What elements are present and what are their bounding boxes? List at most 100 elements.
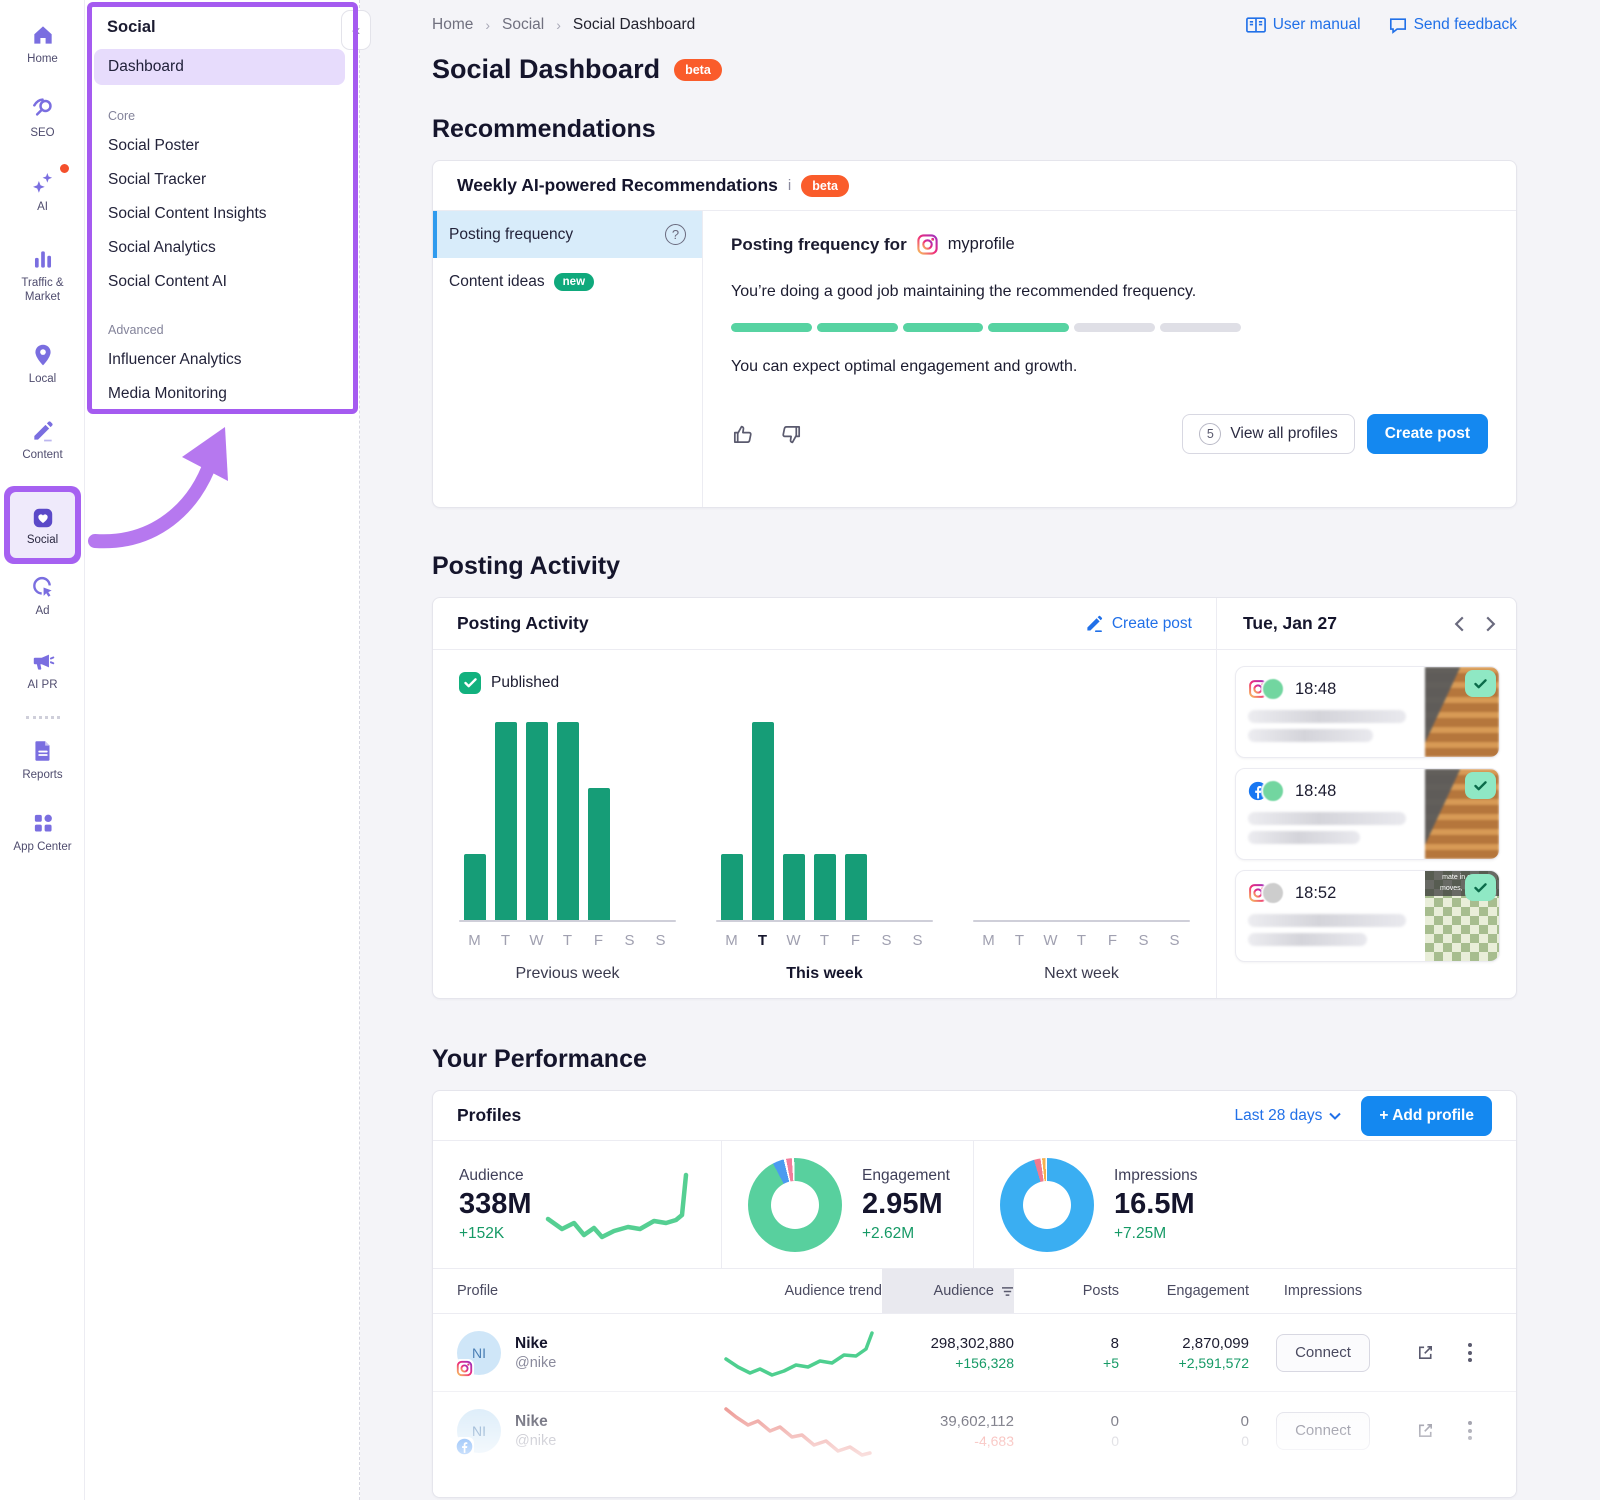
book-icon bbox=[1246, 17, 1266, 34]
chevron-down-icon bbox=[1329, 1112, 1341, 1120]
bar bbox=[845, 854, 867, 920]
post-thumbnail: mate in exac moves, but ho bbox=[1425, 871, 1499, 961]
breadcrumb-separator: › bbox=[485, 17, 490, 33]
published-checkbox[interactable]: Published bbox=[459, 672, 1190, 694]
create-post-link[interactable]: Create post bbox=[1085, 614, 1192, 633]
send-feedback-link[interactable]: Send feedback bbox=[1389, 16, 1517, 34]
pencil-icon bbox=[1085, 614, 1104, 633]
sidebar-item-seo[interactable]: SEO bbox=[0, 96, 85, 140]
sidebar-item-content[interactable]: Content bbox=[0, 418, 85, 462]
posts-value: 8 bbox=[1014, 1335, 1119, 1352]
menu-section-core: Core bbox=[108, 109, 359, 123]
bar bbox=[495, 722, 517, 920]
sort-icon bbox=[1001, 1286, 1014, 1297]
create-post-button[interactable]: Create post bbox=[1367, 414, 1488, 454]
view-all-profiles-button[interactable]: 5 View all profiles bbox=[1182, 414, 1354, 454]
breadcrumb-social[interactable]: Social bbox=[502, 16, 544, 34]
info-icon[interactable]: i bbox=[788, 177, 791, 194]
impressions-donut bbox=[1000, 1158, 1094, 1252]
recommendation-outcome: You can expect optimal engagement and gr… bbox=[731, 358, 1488, 376]
engagement-delta: +2,591,572 bbox=[1119, 1355, 1249, 1371]
tab-posting-frequency[interactable]: Posting frequency ? bbox=[433, 211, 702, 258]
kebab-menu-icon[interactable] bbox=[1468, 1421, 1472, 1440]
breadcrumb-home[interactable]: Home bbox=[432, 16, 473, 34]
chevron-right-icon[interactable] bbox=[1485, 615, 1496, 633]
menu-item-social-content-ai[interactable]: Social Content AI bbox=[85, 265, 359, 299]
blurred-text bbox=[1248, 933, 1367, 946]
blurred-text bbox=[1248, 812, 1406, 825]
audience-value: 298,302,880 bbox=[882, 1335, 1014, 1352]
post-thumbnail bbox=[1425, 667, 1499, 757]
instagram-icon bbox=[454, 1359, 474, 1379]
posts-value: 0 bbox=[1014, 1413, 1119, 1430]
post-time: 18:48 bbox=[1295, 680, 1336, 699]
scheduled-post-instagram-1848[interactable]: 18:48 bbox=[1235, 666, 1500, 758]
column-audience-sorted[interactable]: Audience bbox=[882, 1269, 1014, 1313]
menu-item-social-poster[interactable]: Social Poster bbox=[85, 129, 359, 163]
chevron-left-icon[interactable] bbox=[1454, 615, 1465, 633]
posts-delta: +5 bbox=[1014, 1355, 1119, 1371]
bar bbox=[557, 722, 579, 920]
table-row-nike-facebook: NI Nike @nike 39,602,112 -4,683 0 0 bbox=[433, 1391, 1516, 1469]
local-pin-icon bbox=[0, 342, 85, 368]
profiles-count-badge: 5 bbox=[1199, 423, 1221, 445]
scheduled-post-instagram-1852[interactable]: 18:52 mate in exac moves, but ho bbox=[1235, 870, 1500, 962]
breadcrumb: Home › Social › Social Dashboard bbox=[432, 16, 695, 34]
breadcrumb-separator: › bbox=[556, 17, 561, 33]
tab-content-ideas[interactable]: Content ideas new bbox=[433, 258, 702, 305]
sidebar-item-ai[interactable]: AI bbox=[0, 170, 85, 214]
avatar bbox=[1261, 881, 1285, 905]
connect-button[interactable]: Connect bbox=[1276, 1412, 1370, 1450]
notification-dot bbox=[58, 162, 71, 175]
bar bbox=[814, 854, 836, 920]
user-manual-link[interactable]: User manual bbox=[1246, 16, 1361, 34]
sidebar-item-social-highlighted[interactable]: Social bbox=[4, 486, 81, 564]
sidebar-item-app-center[interactable]: App Center bbox=[0, 810, 85, 854]
page-title: Social Dashboard bbox=[432, 54, 660, 85]
posting-activity-bar-chart: MTWTFSS Previous week MTWTFSS This week … bbox=[459, 722, 1190, 983]
menu-item-influencer-analytics[interactable]: Influencer Analytics bbox=[85, 343, 359, 377]
published-check-icon bbox=[1465, 772, 1496, 799]
menu-item-social-tracker[interactable]: Social Tracker bbox=[85, 163, 359, 197]
profile-handle: @nike bbox=[515, 1355, 556, 1371]
thumb-up-icon[interactable] bbox=[731, 423, 754, 446]
column-posts[interactable]: Posts bbox=[1014, 1283, 1119, 1299]
external-link-icon[interactable] bbox=[1416, 1343, 1435, 1362]
sidebar-item-traffic-market[interactable]: Traffic & Market bbox=[0, 246, 85, 305]
period-dropdown[interactable]: Last 28 days bbox=[1235, 1107, 1342, 1125]
external-link-icon[interactable] bbox=[1416, 1421, 1435, 1440]
table-row-nike-instagram: NI Nike @nike 298,302,880 +156,328 8 +5 bbox=[433, 1313, 1516, 1391]
blurred-text bbox=[1248, 710, 1406, 723]
menu-item-dashboard[interactable]: Dashboard bbox=[94, 49, 345, 85]
scheduled-post-facebook-1848[interactable]: 18:48 bbox=[1235, 768, 1500, 860]
sidebar-item-ai-pr[interactable]: AI PR bbox=[0, 648, 85, 692]
thumb-down-icon[interactable] bbox=[780, 423, 803, 446]
profiles-card-title: Profiles bbox=[457, 1105, 521, 1126]
sidebar-item-home[interactable]: Home bbox=[0, 22, 85, 66]
column-engagement[interactable]: Engagement bbox=[1119, 1283, 1249, 1299]
column-profile[interactable]: Profile bbox=[457, 1283, 707, 1299]
engagement-donut bbox=[748, 1158, 842, 1252]
sidebar-item-reports[interactable]: Reports bbox=[0, 738, 85, 782]
avatar bbox=[1261, 677, 1285, 701]
engagement-stat: Engagement 2.95M +2.62M bbox=[721, 1141, 973, 1268]
menu-item-social-content-insights[interactable]: Social Content Insights bbox=[85, 197, 359, 231]
collapse-panel-button[interactable]: « bbox=[341, 10, 371, 50]
connect-button[interactable]: Connect bbox=[1276, 1334, 1370, 1372]
sidebar-item-ad[interactable]: Ad bbox=[0, 574, 85, 618]
add-profile-button[interactable]: + Add profile bbox=[1361, 1096, 1492, 1136]
social-heart-icon bbox=[30, 505, 56, 531]
menu-item-media-monitoring[interactable]: Media Monitoring bbox=[85, 377, 359, 411]
bar bbox=[783, 854, 805, 920]
sidebar-item-local[interactable]: Local bbox=[0, 342, 85, 386]
question-icon[interactable]: ? bbox=[665, 224, 686, 245]
kebab-menu-icon[interactable] bbox=[1468, 1343, 1472, 1362]
menu-item-social-analytics[interactable]: Social Analytics bbox=[85, 231, 359, 265]
column-impressions[interactable]: Impressions bbox=[1249, 1283, 1397, 1299]
published-check-icon bbox=[1465, 874, 1496, 901]
ai-pr-megaphone-icon bbox=[0, 648, 85, 674]
blurred-text bbox=[1248, 831, 1360, 844]
posting-frequency-heading: Posting frequency for bbox=[731, 235, 907, 255]
column-audience-trend[interactable]: Audience trend bbox=[707, 1283, 882, 1299]
collapse-icon: « bbox=[352, 22, 360, 39]
